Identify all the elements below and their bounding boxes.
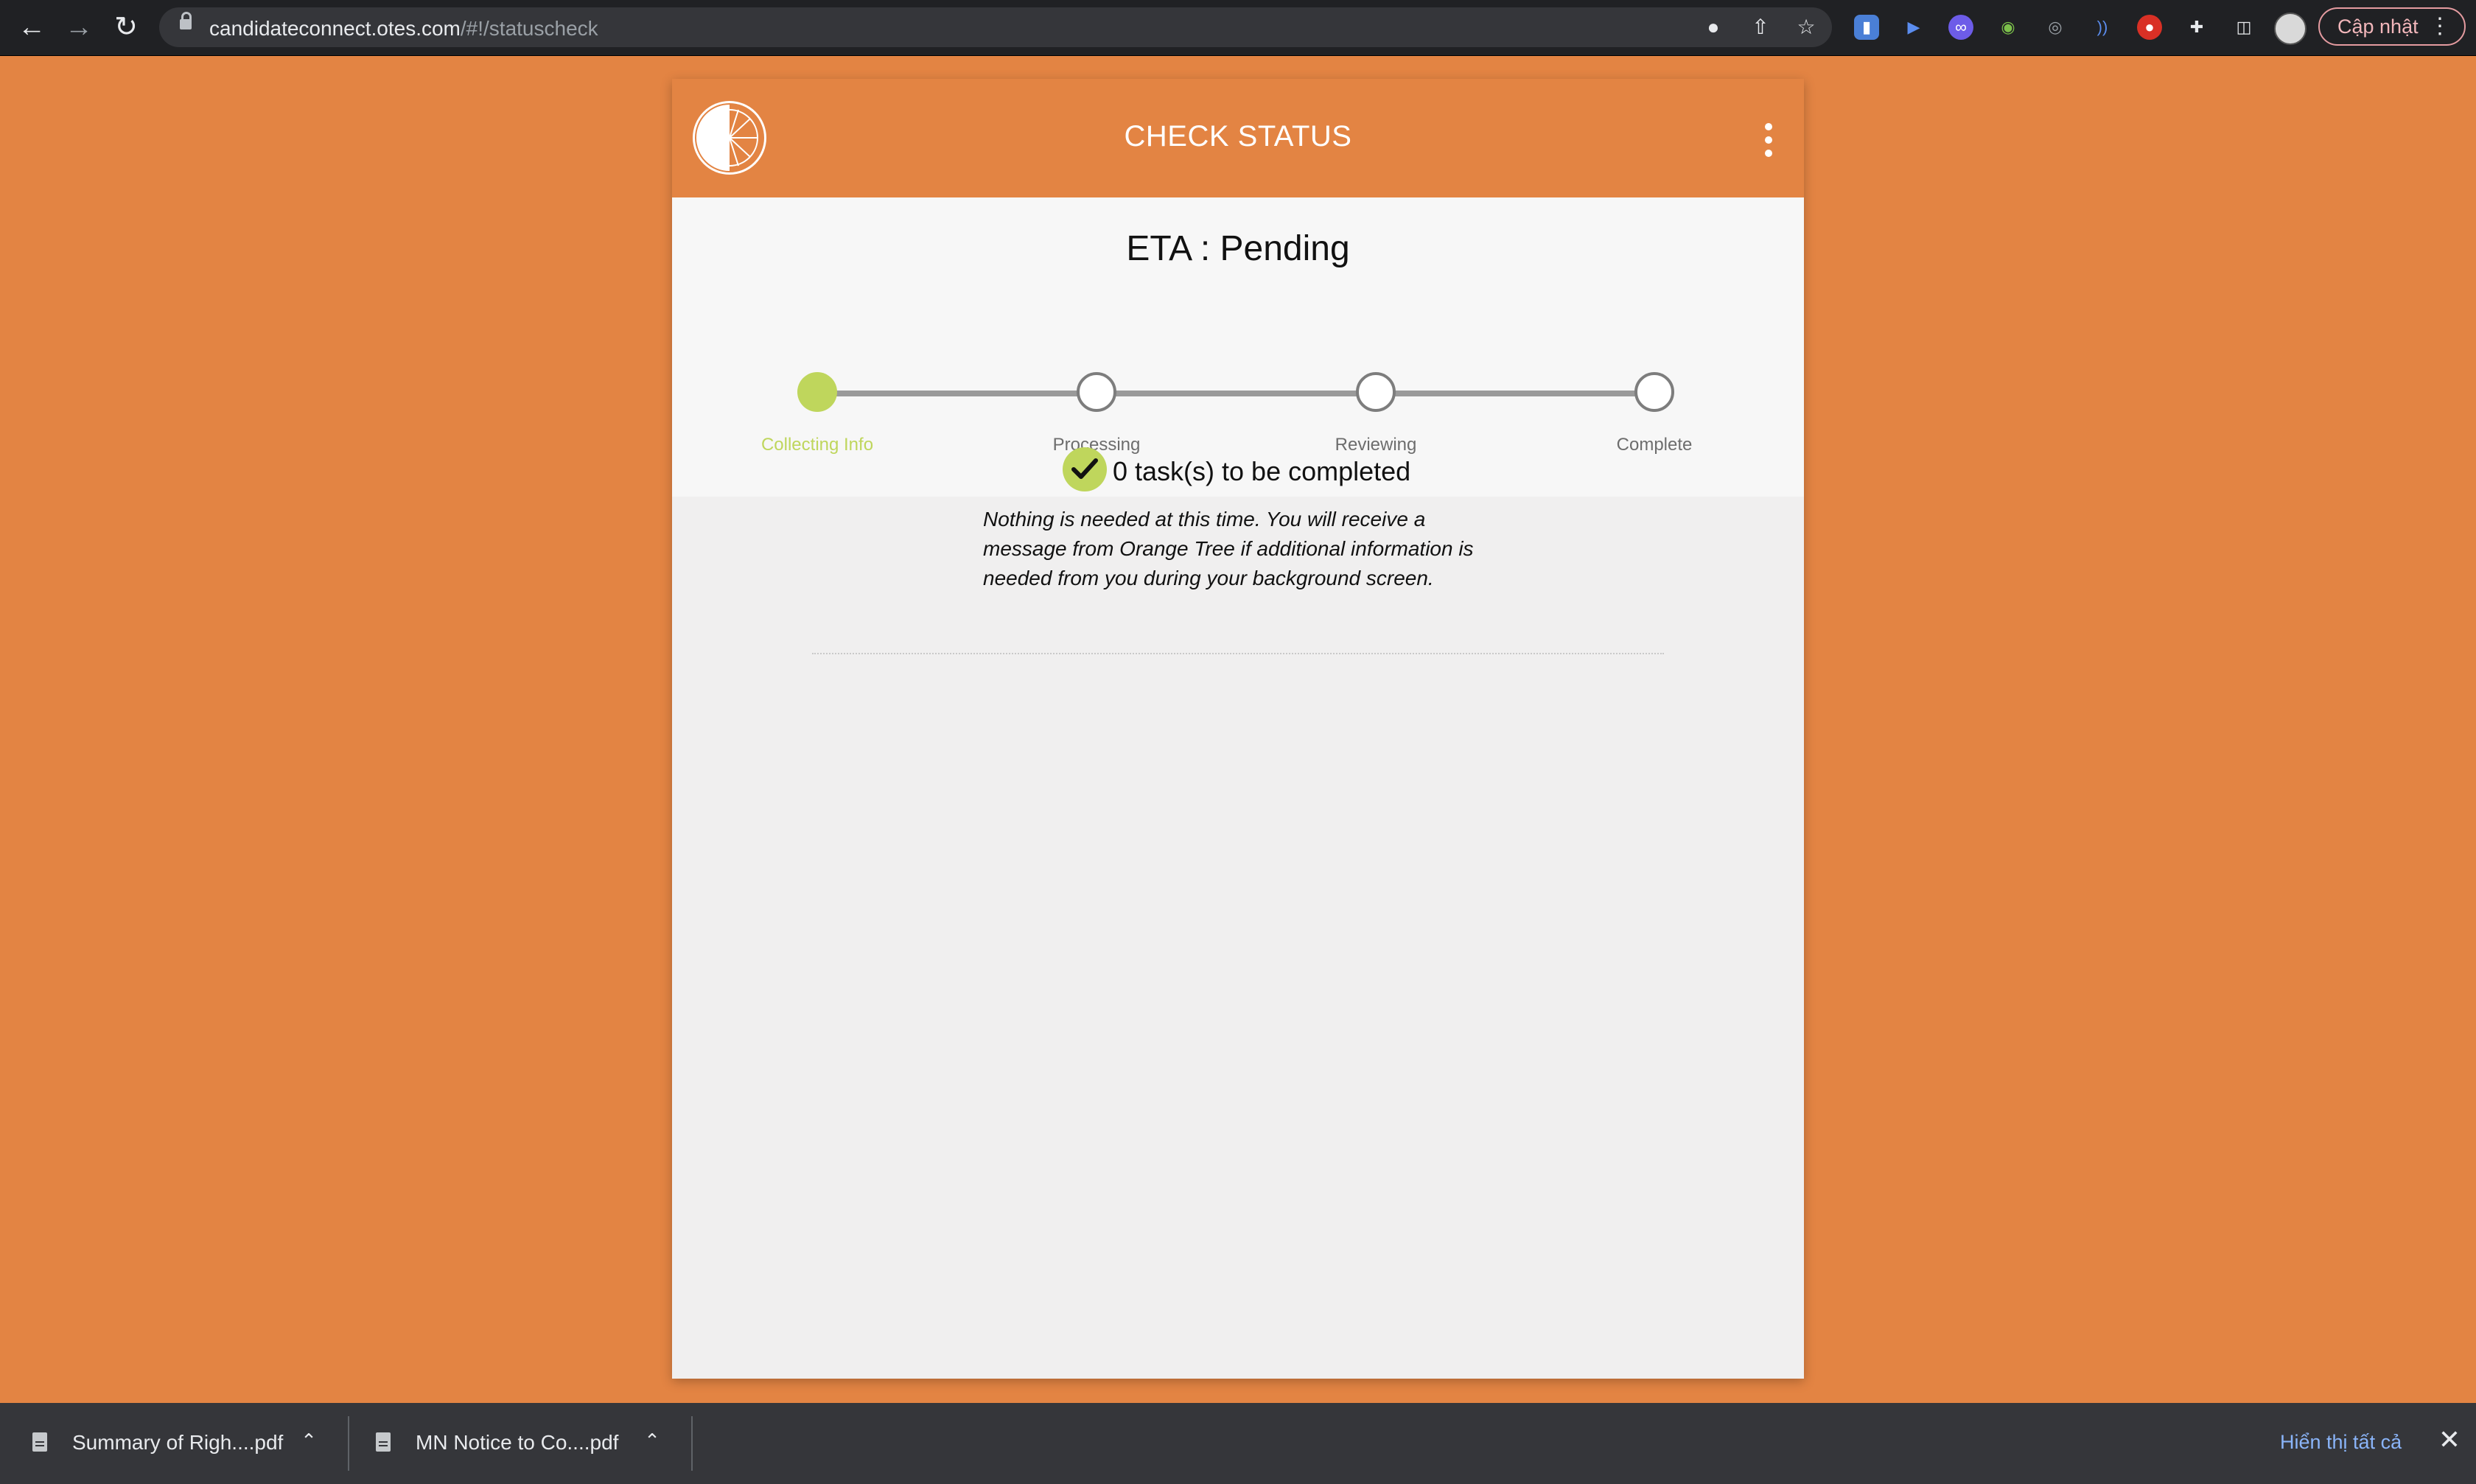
url-host: candidateconnect.otes.com (209, 17, 461, 40)
show-all-link[interactable]: Hiển thị tất cả (2280, 1431, 2402, 1454)
location-pin-icon[interactable]: ● (1701, 15, 1726, 40)
drop-ext-icon[interactable]: ◉ (1996, 15, 2021, 40)
status-card: CHECK STATUS ETA : Pending Collecting In… (672, 79, 1804, 1379)
progress-track (819, 391, 1657, 396)
back-icon[interactable]: ← (15, 10, 49, 44)
update-button[interactable]: Cập nhật ⋮ (2318, 7, 2466, 46)
chevron-up-icon[interactable]: ⌃ (641, 1429, 663, 1452)
downloads-shelf: Summary of Righ....pdf ⌃ MN Notice to Co… (0, 1403, 2476, 1484)
divider (812, 653, 1664, 654)
red-ext-icon[interactable]: ● (2137, 15, 2162, 40)
check-icon (1063, 447, 1107, 491)
url-text[interactable]: candidateconnect.otes.com/#!/statuscheck (209, 17, 598, 41)
download-item[interactable]: Summary of Righ....pdf ⌃ (32, 1403, 335, 1484)
browser-toolbar: ← → ↻ candidateconnect.otes.com/#!/statu… (0, 0, 2476, 56)
download-name: Summary of Righ....pdf (72, 1431, 284, 1454)
step-dot-processing (1077, 372, 1116, 412)
lock-icon[interactable] (180, 12, 192, 29)
target-ext-icon[interactable]: ◎ (2043, 15, 2068, 40)
address-bar[interactable]: candidateconnect.otes.com/#!/statuscheck… (159, 7, 1832, 47)
bookmark-ext-icon[interactable]: ▮ (1854, 15, 1879, 40)
download-item[interactable]: MN Notice to Co....pdf ⌃ (376, 1403, 678, 1484)
step-dot-collecting-info (797, 372, 837, 412)
step-label-complete: Complete (1616, 435, 1693, 455)
eta-heading: ETA : Pending (1126, 229, 1350, 268)
update-label: Cập nhật (2337, 15, 2419, 38)
reload-icon[interactable]: ↻ (109, 10, 143, 44)
more-vert-icon[interactable] (1761, 123, 1776, 157)
download-name: MN Notice to Co....pdf (416, 1431, 619, 1454)
separator (691, 1416, 693, 1471)
file-icon (376, 1432, 391, 1452)
more-vert-icon[interactable]: ⋮ (2429, 9, 2451, 44)
close-icon[interactable]: ✕ (2435, 1425, 2464, 1455)
url-path: /#!/statuscheck (460, 17, 598, 40)
progress-panel: ETA : Pending Collecting Info Processing… (672, 197, 1804, 497)
side-panel-icon[interactable]: ◫ (2231, 15, 2256, 40)
wave-ext-icon[interactable]: )) (2090, 15, 2115, 40)
tasks-count-text: 0 task(s) to be completed (1113, 456, 1411, 486)
step-dot-reviewing (1356, 372, 1396, 412)
cursor-ext-icon[interactable]: ▶ (1901, 15, 1926, 40)
forward-icon[interactable]: → (62, 10, 96, 44)
separator (348, 1416, 349, 1471)
infinity-ext-icon[interactable]: ∞ (1948, 15, 1973, 40)
share-icon[interactable]: ⇧ (1748, 15, 1773, 40)
status-note: Nothing is needed at this time. You will… (983, 508, 1474, 589)
file-icon (32, 1432, 47, 1452)
step-label-collecting-info: Collecting Info (760, 435, 874, 455)
app-header: CHECK STATUS (672, 79, 1804, 197)
step-dot-complete (1634, 372, 1674, 412)
star-icon[interactable]: ☆ (1794, 15, 1819, 40)
step-label-reviewing: Reviewing (1335, 435, 1417, 455)
profile-avatar[interactable] (2274, 13, 2307, 45)
puzzle-icon[interactable]: ✚ (2184, 15, 2209, 40)
chevron-up-icon[interactable]: ⌃ (298, 1429, 320, 1452)
page-title: CHECK STATUS (1124, 120, 1352, 153)
